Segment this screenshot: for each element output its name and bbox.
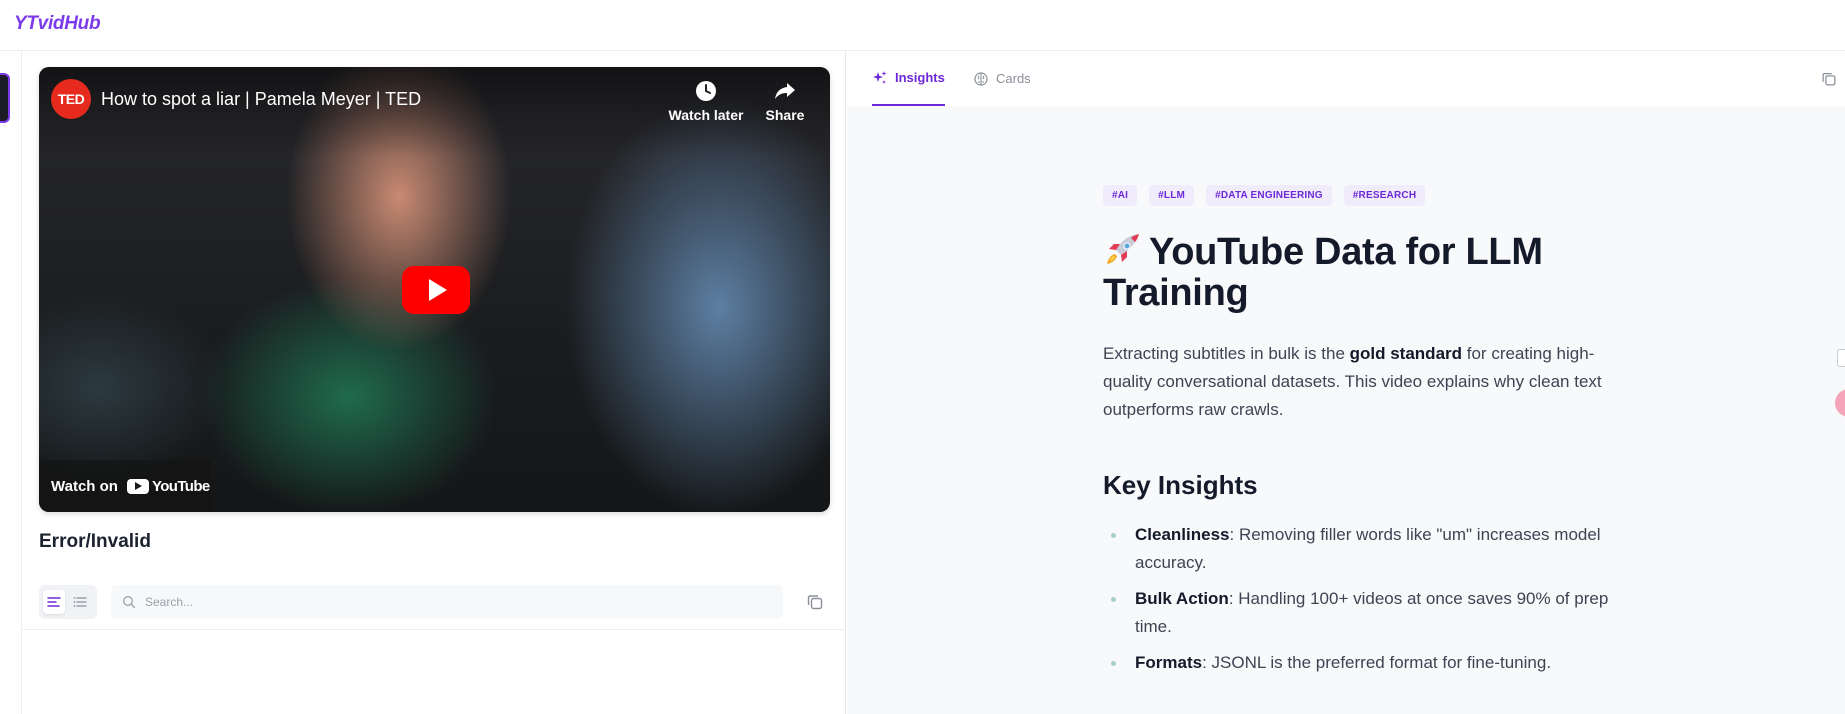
play-icon	[429, 279, 447, 301]
article-lead: Extracting subtitles in bulk is the gold…	[1103, 340, 1613, 424]
insights-panel: Insights Cards #AI #LLM #DATA ENGINEERIN…	[847, 51, 1845, 714]
tag[interactable]: #RESEARCH	[1343, 185, 1426, 206]
insights-list: Cleanliness: Removing filler words like …	[1103, 521, 1613, 677]
video-player[interactable]: TED How to spot a liar | Pamela Meyer | …	[39, 67, 830, 512]
copy-icon[interactable]	[805, 592, 825, 612]
video-status-heading: Error/Invalid	[39, 531, 151, 552]
history-strip	[0, 51, 22, 714]
tag[interactable]: #DATA ENGINEERING	[1206, 185, 1332, 206]
list-item: Bulk Action: Handling 100+ videos at onc…	[1103, 585, 1613, 641]
play-button[interactable]	[402, 266, 470, 314]
share-label: Share	[765, 107, 805, 123]
clock-icon	[696, 81, 716, 101]
transcript-search	[111, 585, 783, 619]
tag-list: #AI #LLM #DATA ENGINEERING #RESEARCH	[1103, 185, 1613, 206]
view-mode-toggle	[39, 585, 97, 619]
youtube-wordmark: YouTube	[151, 477, 210, 495]
list-view-button[interactable]	[69, 590, 91, 614]
app-logo[interactable]: YTvidHub	[14, 13, 101, 35]
channel-avatar[interactable]: TED	[51, 79, 91, 119]
floating-assistant-button[interactable]	[1835, 389, 1845, 417]
article-title-text: YouTube Data for LLM Training	[1103, 231, 1543, 314]
history-thumbnail[interactable]	[0, 73, 10, 123]
article-title: YouTube Data for LLM Training	[1103, 232, 1613, 314]
list-item: Cleanliness: Removing filler words like …	[1103, 521, 1613, 577]
brain-icon	[974, 71, 988, 86]
search-input[interactable]	[145, 595, 745, 609]
insight-term: Formats	[1135, 653, 1203, 672]
paragraph-view-button[interactable]	[43, 590, 65, 614]
video-title[interactable]: How to spot a liar | Pamela Meyer | TED	[101, 89, 421, 110]
share-arrow-icon	[775, 83, 795, 99]
tab-insights-label: Insights	[895, 70, 945, 85]
tab-insights[interactable]: Insights	[872, 51, 945, 106]
insight-term: Cleanliness	[1135, 525, 1230, 544]
list-icon	[73, 597, 87, 607]
insights-article: #AI #LLM #DATA ENGINEERING #RESEARCH You…	[1103, 185, 1613, 685]
youtube-play-icon	[126, 478, 149, 494]
watch-on-label: Watch on	[51, 477, 118, 495]
watch-later-label: Watch later	[668, 107, 744, 123]
side-panel-toggle-icon[interactable]	[1837, 349, 1845, 367]
youtube-logo: YouTube	[126, 477, 210, 495]
transcript-toolbar	[39, 585, 830, 619]
sparkles-icon	[873, 70, 887, 84]
copy-icon[interactable]	[1820, 70, 1838, 88]
insight-text: : JSONL is the preferred format for fine…	[1202, 653, 1552, 672]
lead-emphasis: gold standard	[1349, 344, 1463, 363]
lead-text: Extracting subtitles in bulk is the	[1103, 344, 1350, 363]
watch-later-button[interactable]: Watch later	[668, 79, 744, 123]
tab-cards-label: Cards	[996, 71, 1031, 86]
share-button[interactable]: Share	[761, 79, 809, 123]
rocket-icon	[1107, 234, 1139, 264]
video-panel: TED How to spot a liar | Pamela Meyer | …	[22, 51, 846, 714]
toolbar-divider	[22, 629, 846, 630]
tabs-bar: Insights Cards	[847, 51, 1845, 106]
tag[interactable]: #LLM	[1149, 185, 1195, 206]
search-icon	[123, 596, 136, 609]
watch-on-youtube-link[interactable]: Watch on YouTube	[39, 460, 211, 512]
key-insights-heading: Key Insights	[1103, 470, 1258, 500]
tag[interactable]: #AI	[1103, 185, 1138, 206]
list-item: Formats: JSONL is the preferred format f…	[1103, 649, 1613, 677]
top-bar: YTvidHub	[0, 0, 1845, 51]
insight-term: Bulk Action	[1135, 589, 1229, 608]
align-left-icon	[47, 597, 61, 607]
tab-cards[interactable]: Cards	[973, 51, 1031, 106]
